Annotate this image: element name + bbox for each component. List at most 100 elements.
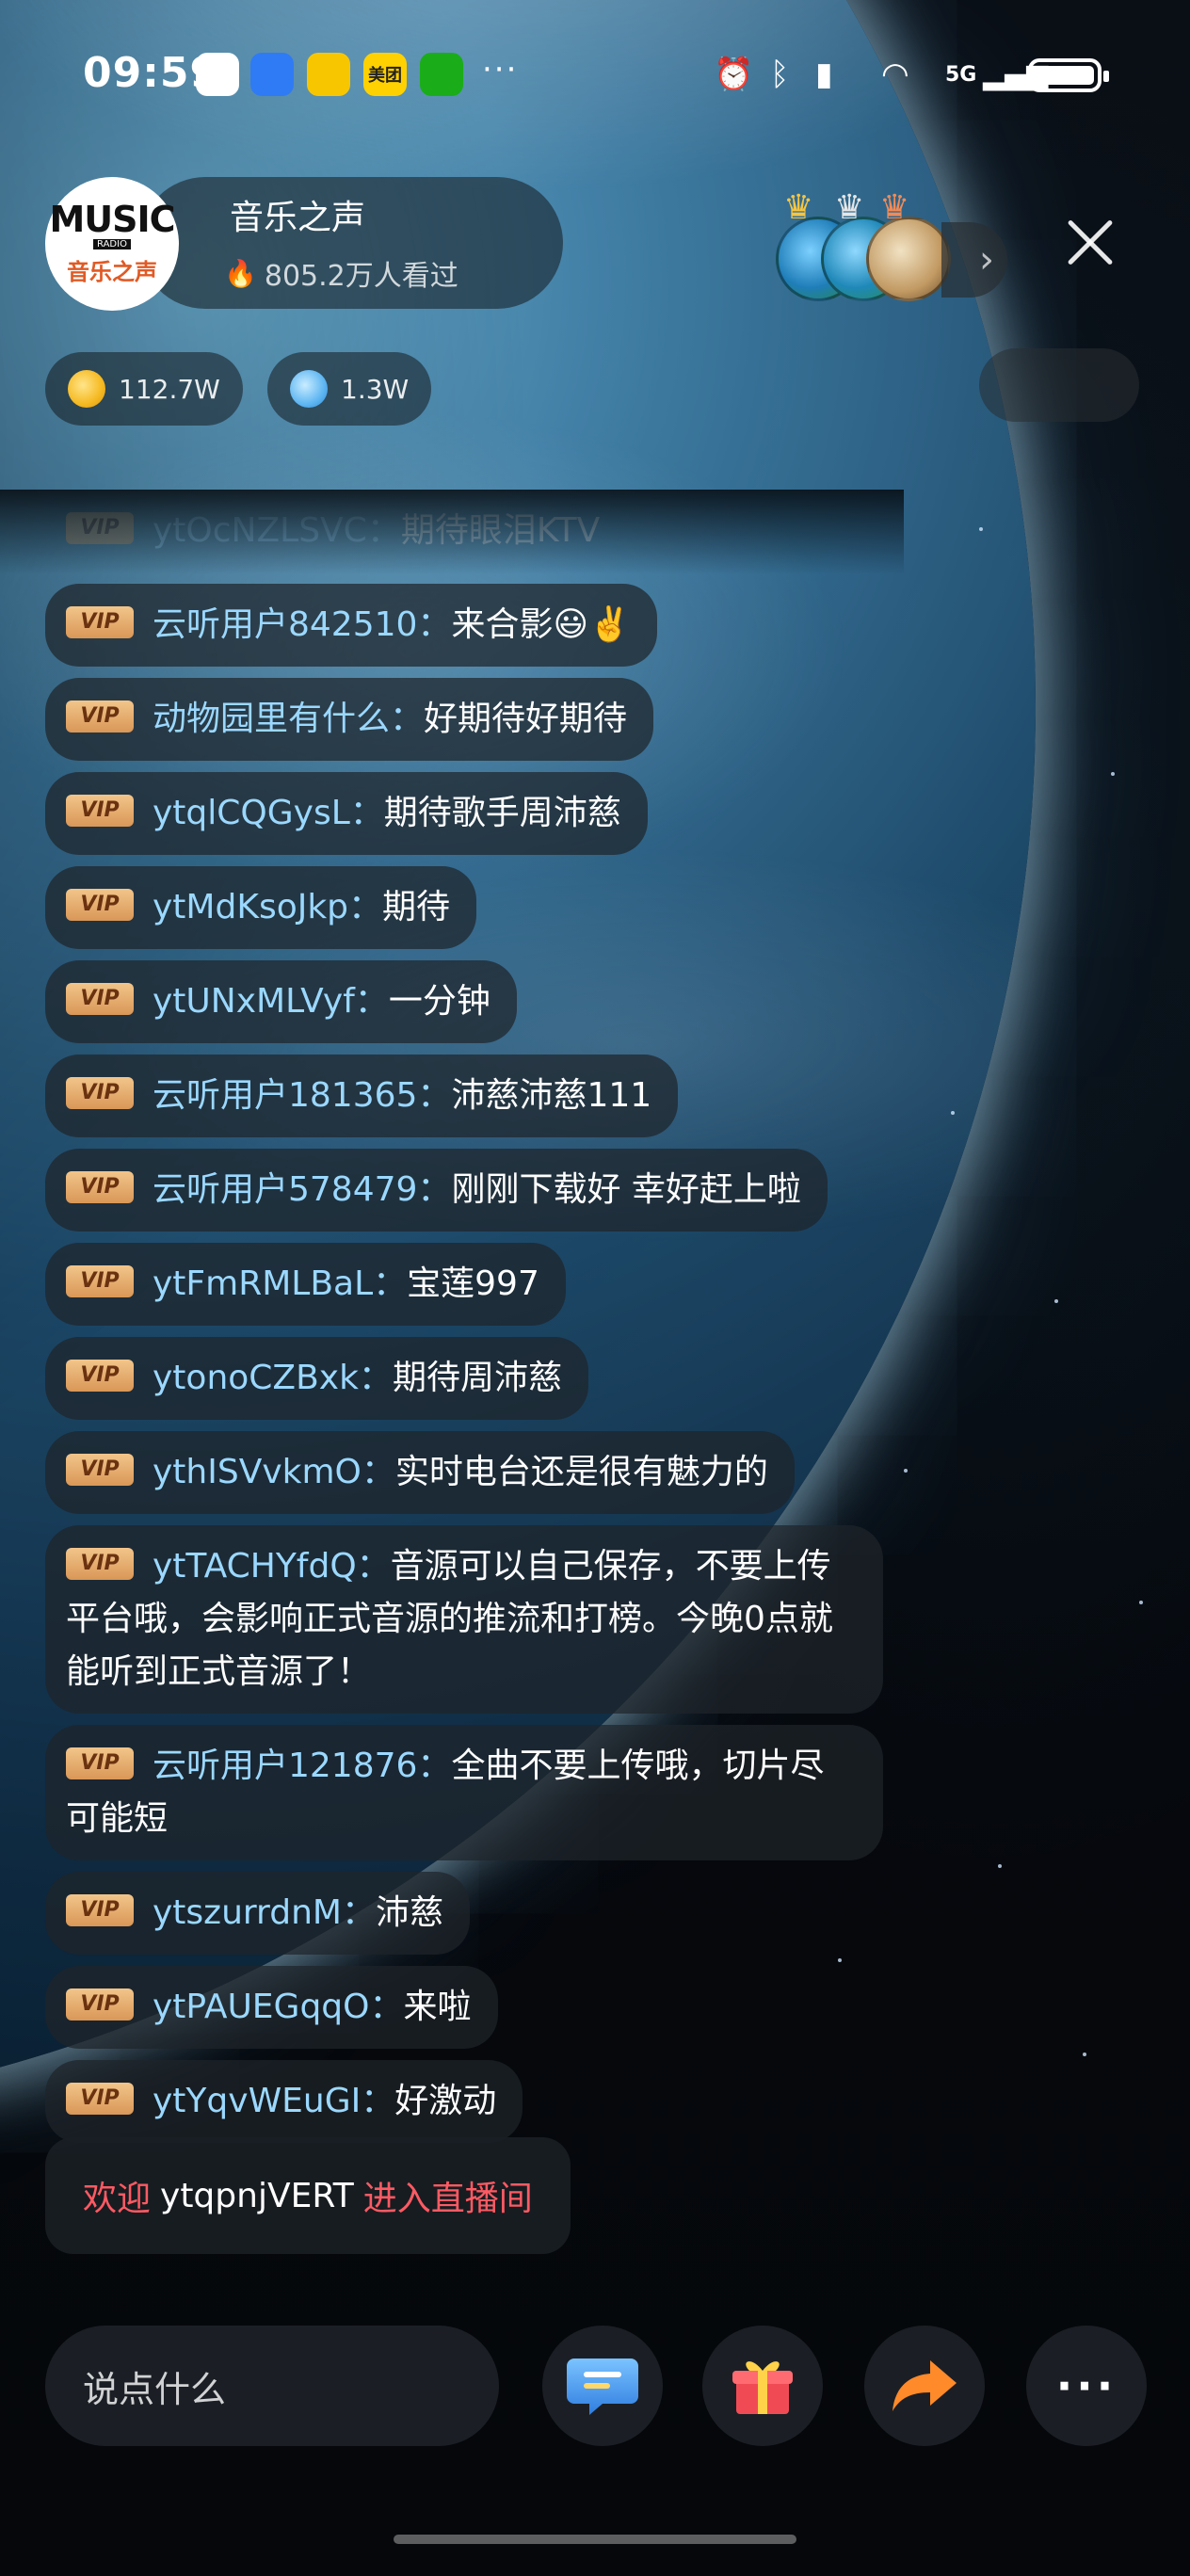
chat-username[interactable]: ytqlCQGysL： — [153, 794, 384, 832]
chat-message[interactable]: VIP ytYqvWEuGI：好激动 — [45, 2060, 523, 2143]
vip-badge-icon: VIP — [66, 606, 134, 638]
vip-badge-icon: VIP — [66, 795, 134, 827]
chat-top-fade — [0, 490, 904, 574]
vip-badge-icon: VIP — [66, 1988, 134, 2021]
top-right-pill[interactable] — [979, 348, 1139, 422]
viewer-avatar[interactable] — [866, 217, 951, 301]
chat-text: 期待歌手周沛慈 — [383, 794, 621, 832]
chat-username[interactable]: ytUNxMLVyf： — [153, 982, 389, 1021]
chat-list[interactable]: VIPytOcNZLSVC：期待眼泪KTVVIP云听用户842510：来合影😃✌… — [45, 490, 892, 2241]
top-viewers[interactable]: ♛ ♛ ♛ › — [776, 188, 1011, 301]
vip-badge-icon: VIP — [66, 700, 134, 733]
chat-bubble-icon — [567, 2359, 638, 2415]
coins-stat[interactable]: 112.7W — [45, 352, 243, 426]
vip-badge-icon: VIP — [66, 1265, 134, 1297]
status-bar: 09:59 美团 ··· ⏰ ᛒ ▮ ◠ 5G ▂▄▆ — [0, 0, 1190, 151]
chat-text: 宝莲997 — [407, 1264, 539, 1303]
chat-message[interactable]: VIP 云听用户181365：沛慈沛慈111 — [45, 1055, 679, 1137]
chat-button[interactable] — [542, 2326, 663, 2446]
chat-message[interactable]: VIP ytTACHYfdQ：音源可以自己保存，不要上传平台哦，会影响正式音源的推… — [45, 1525, 883, 1714]
more-button[interactable]: ··· — [1026, 2326, 1147, 2446]
gift-icon — [732, 2361, 793, 2414]
diamonds-stat[interactable]: 1.3W — [267, 352, 432, 426]
vip-badge-icon: VIP — [66, 889, 134, 921]
chevron-right-icon[interactable]: › — [941, 222, 1007, 298]
chat-message[interactable]: VIP ytonoCZBxk：期待周沛慈 — [45, 1337, 588, 1420]
cloud-coin-icon — [290, 370, 328, 408]
bottom-bar: 说点什么 ··· — [0, 2326, 1190, 2448]
welcome-username: ytqpnjVERT — [160, 2176, 354, 2215]
view-count: 🔥 805.2万人看过 — [224, 252, 458, 294]
vip-badge-icon: VIP — [66, 1171, 134, 1203]
chat-text: 刚刚下载好 幸好赶上啦 — [451, 1170, 801, 1209]
chat-username[interactable]: 云听用户842510： — [153, 605, 451, 644]
chat-message[interactable]: VIP ythISVvkmO：实时电台还是很有魅力的 — [45, 1431, 795, 1514]
host-avatar[interactable]: MUSIC RADIO 音乐之声 — [45, 177, 179, 311]
chat-message[interactable]: VIP ytszurrdnM：沛慈 — [45, 1872, 470, 1955]
host-header[interactable]: MUSIC RADIO 音乐之声 音乐之声 🔥 805.2万人看过 — [45, 177, 563, 311]
lantern-app-icon — [196, 53, 239, 96]
avatar-logo-text: MUSIC — [49, 199, 175, 240]
chat-message[interactable]: VIP 云听用户578479：刚刚下载好 幸好赶上啦 — [45, 1149, 828, 1232]
vip-badge-icon: VIP — [66, 2083, 134, 2115]
avatar-radio-text: RADIO — [93, 239, 131, 250]
coin-icon — [68, 370, 105, 408]
home-indicator[interactable] — [394, 2535, 796, 2544]
chat-text: 一分钟 — [388, 982, 490, 1021]
weibo-icon — [307, 53, 350, 96]
chat-username[interactable]: ytPAUEGqqO： — [153, 1988, 403, 2026]
chat-text: 期待 — [382, 888, 451, 926]
bluetooth-icon: ᛒ — [770, 56, 790, 93]
wifi-icon: ◠ — [881, 56, 909, 93]
host-name: 音乐之声 — [230, 199, 366, 237]
coins-value: 112.7W — [119, 373, 220, 405]
chat-message[interactable]: VIP 云听用户842510：来合影😃✌️ — [45, 584, 657, 667]
chat-username[interactable]: 云听用户181365： — [153, 1076, 451, 1115]
chat-message[interactable]: VIP 动物园里有什么：好期待好期待 — [45, 678, 654, 761]
chat-username[interactable]: ytTACHYfdQ： — [153, 1547, 391, 1586]
close-icon[interactable] — [1058, 211, 1122, 275]
share-arrow-icon — [892, 2360, 957, 2411]
fire-icon: 🔥 — [224, 257, 257, 289]
chat-message[interactable]: VIP ytUNxMLVyf：一分钟 — [45, 960, 517, 1043]
battery-icon — [1028, 58, 1109, 92]
vip-badge-icon: VIP — [66, 1747, 134, 1779]
gift-button[interactable] — [702, 2326, 823, 2446]
view-count-text: 805.2万人看过 — [264, 260, 458, 293]
share-button[interactable] — [864, 2326, 985, 2446]
chat-username[interactable]: 动物园里有什么： — [153, 700, 424, 738]
vip-badge-icon: VIP — [66, 1077, 134, 1109]
chat-text: 好激动 — [394, 2082, 497, 2120]
chat-username[interactable]: 云听用户578479： — [153, 1170, 451, 1209]
chat-message[interactable]: VIP ytPAUEGqqO：来啦 — [45, 1966, 498, 2049]
chat-username[interactable]: 云听用户121876： — [153, 1747, 451, 1785]
vip-badge-icon: VIP — [66, 1454, 134, 1486]
diamonds-value: 1.3W — [341, 373, 410, 405]
avatar-cn-text: 音乐之声 — [67, 259, 157, 285]
vip-badge-icon: VIP — [66, 1548, 134, 1580]
chat-username[interactable]: ytMdKsoJkp： — [153, 888, 382, 926]
chat-text: 沛慈沛慈111 — [451, 1076, 652, 1115]
chat-text: 来啦 — [403, 1988, 472, 2026]
chat-username[interactable]: ytYqvWEuGI： — [153, 2082, 394, 2120]
chat-username[interactable]: ytonoCZBxk： — [153, 1359, 393, 1397]
welcome-banner: 欢迎 ytqpnjVERT 进入直播间 — [45, 2137, 571, 2254]
vip-badge-icon: VIP — [66, 1894, 134, 1926]
chat-message[interactable]: VIP ytMdKsoJkp：期待 — [45, 866, 477, 949]
chat-text: 实时电台还是很有魅力的 — [394, 1453, 768, 1491]
chat-username[interactable]: ytFmRMLBaL： — [153, 1264, 407, 1303]
chat-text: 期待周沛慈 — [392, 1359, 562, 1397]
crown-icon: ♛ — [783, 188, 814, 227]
welcome-suffix: 进入直播间 — [362, 2180, 533, 2218]
chat-username[interactable]: ytszurrdnM： — [153, 1893, 376, 1932]
chat-username[interactable]: ythISVvkmO： — [153, 1453, 395, 1491]
vip-badge-icon: VIP — [66, 1360, 134, 1392]
chat-message[interactable]: VIP ytFmRMLBaL：宝莲997 — [45, 1243, 566, 1326]
crown-icon: ♛ — [834, 188, 865, 227]
comment-input[interactable]: 说点什么 — [45, 2326, 499, 2446]
crown-icon: ♛ — [879, 188, 910, 227]
chat-message[interactable]: VIP ytqlCQGysL：期待歌手周沛慈 — [45, 772, 648, 855]
chat-message[interactable]: VIP 云听用户121876：全曲不要上传哦，切片尽可能短 — [45, 1725, 883, 1860]
wechat-icon — [420, 53, 463, 96]
vip-badge-icon: VIP — [66, 983, 134, 1015]
